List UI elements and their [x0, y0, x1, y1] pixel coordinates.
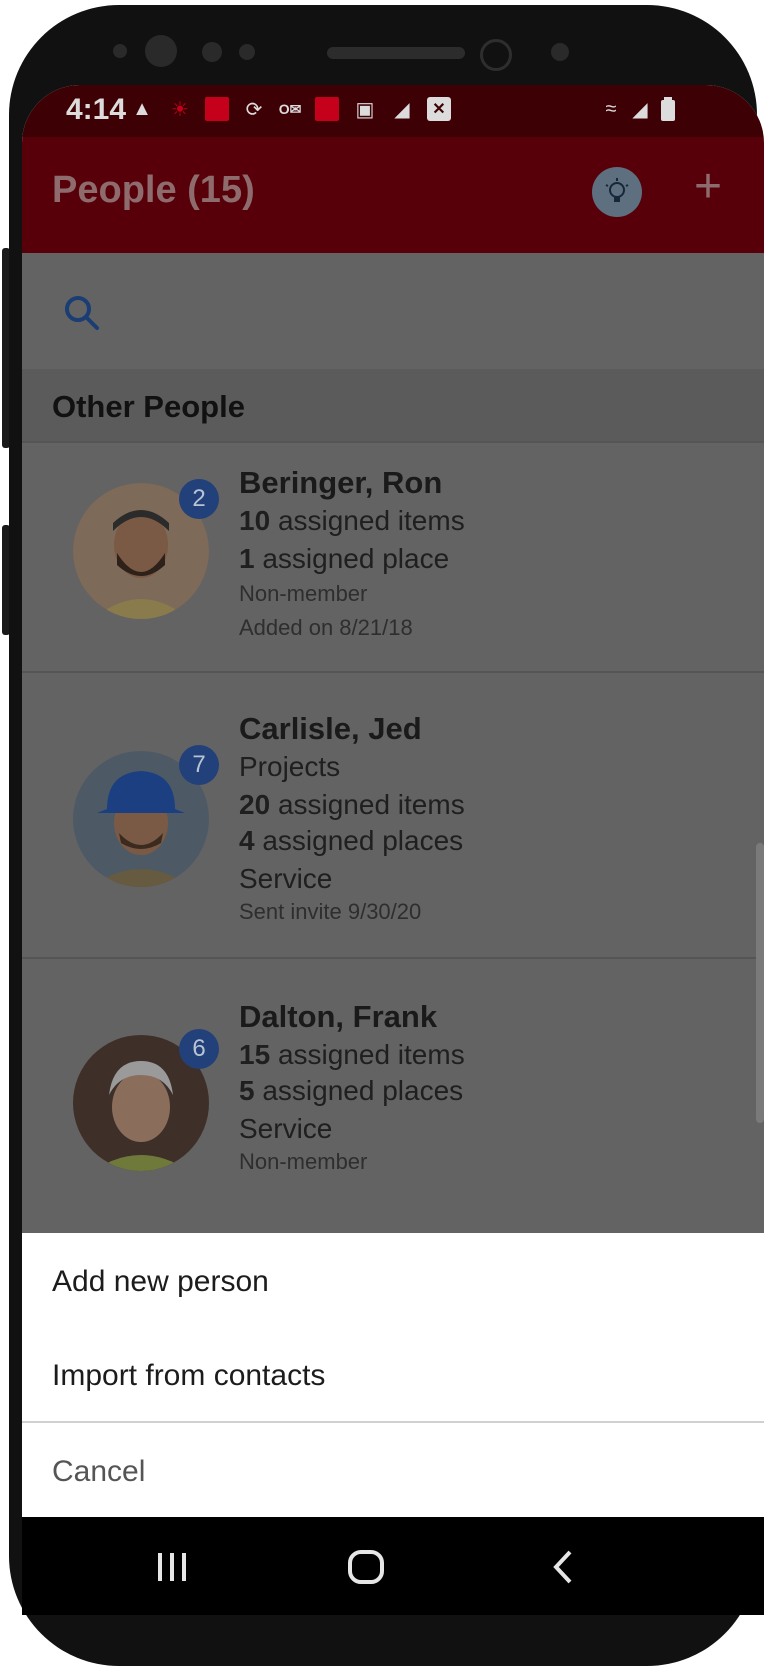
section-title: Other People [52, 389, 245, 424]
places-count: 5 [239, 1075, 255, 1106]
person-name: Carlisle, Jed [239, 711, 422, 746]
battery-icon [656, 97, 680, 121]
sensor-dot [113, 44, 127, 58]
person-name: Beringer, Ron [239, 465, 443, 500]
assigned-items: 20 assigned items [239, 789, 465, 821]
person-role: Service [239, 1113, 333, 1144]
assigned-items: 10 assigned items [239, 505, 465, 537]
add-new-person-button[interactable]: Add new person [52, 1265, 269, 1299]
items-count: 10 [239, 505, 271, 536]
sun-alert-icon: ☀ [171, 98, 189, 121]
front-camera [145, 35, 177, 67]
plus-icon[interactable]: + [694, 159, 722, 214]
assigned-items: 15 assigned items [239, 1039, 465, 1071]
items-label: assigned items [277, 505, 465, 536]
places-count: 1 [239, 543, 255, 574]
member-status: Non-member [239, 581, 368, 606]
assigned-places: 4 assigned places [239, 825, 463, 857]
section-header: Other People [22, 369, 764, 441]
close-box-icon: ✕ [427, 97, 451, 121]
status-time: 4:14 [66, 93, 127, 126]
phone-frame: 4:14 ▲ ☀ ⟳ O✉ ▣ ◢ ✕ ≈ ◢ People (15) + Ot… [9, 5, 764, 1666]
person-group: Projects [239, 751, 341, 782]
search-bar[interactable] [22, 253, 764, 371]
items-label: assigned items [277, 789, 465, 820]
places-label: assigned places [262, 1075, 464, 1106]
assigned-places: 5 assigned places [239, 1075, 463, 1107]
list-item[interactable]: 7 Carlisle, Jed Projects 20 assigned ite… [22, 671, 764, 959]
cancel-button[interactable]: Cancel [52, 1455, 145, 1489]
items-count: 15 [239, 1039, 271, 1070]
places-label: assigned places [262, 825, 464, 856]
assigned-places: 1 assigned place [239, 543, 449, 575]
items-count: 20 [239, 789, 271, 820]
earpiece-speaker [327, 47, 465, 59]
member-status: Non-member [239, 1149, 368, 1174]
wifi-icon: ≈ [605, 97, 617, 120]
app-red-icon [205, 97, 229, 121]
list-item[interactable]: 6 Dalton, Frank 15 assigned items 5 assi… [22, 957, 764, 1235]
back-icon[interactable] [544, 1547, 584, 1587]
app-bar: People (15) + [22, 137, 764, 253]
app-red-icon [315, 97, 339, 121]
sync-icon: ⟳ [245, 98, 263, 121]
no-signal-chart-icon: ◢ [394, 98, 410, 121]
items-label: assigned items [277, 1039, 465, 1070]
recent-apps-icon[interactable] [152, 1547, 192, 1587]
warning-icon: ▲ [132, 97, 152, 120]
screen: 4:14 ▲ ☀ ⟳ O✉ ▣ ◢ ✕ ≈ ◢ People (15) + Ot… [22, 85, 764, 1615]
scrollbar[interactable] [756, 843, 764, 1123]
page-title: People (15) [52, 169, 255, 211]
status-bar: 4:14 ▲ ☀ ⟳ O✉ ▣ ◢ ✕ ≈ ◢ [22, 85, 764, 137]
outlook-icon: O✉ [278, 100, 302, 117]
count-badge: 2 [179, 479, 219, 519]
person-name: Dalton, Frank [239, 999, 438, 1034]
system-nav-bar [22, 1517, 764, 1615]
cell-signal-icon: ◢ [632, 98, 648, 121]
search-icon [65, 296, 99, 330]
proximity-sensor [551, 43, 569, 61]
import-from-contacts-button[interactable]: Import from contacts [52, 1359, 325, 1393]
action-sheet: Add new person Import from contacts Canc… [22, 1233, 764, 1517]
list-item[interactable]: 2 Beringer, Ron 10 assigned items 1 assi… [22, 441, 764, 673]
iris-sensor [480, 39, 512, 71]
sensor-dot [202, 42, 222, 62]
invite-date: Sent invite 9/30/20 [239, 899, 422, 924]
people-list-overlay: Other People 2 Beringer, Ron 10 assigned… [22, 253, 764, 1233]
phone-top-bezel [9, 5, 757, 85]
sensor-dot [239, 44, 255, 60]
count-badge: 6 [179, 1029, 219, 1069]
places-label: assigned place [262, 543, 450, 574]
places-count: 4 [239, 825, 255, 856]
count-badge: 7 [179, 745, 219, 785]
added-date: Added on 8/21/18 [239, 615, 413, 640]
home-icon[interactable] [346, 1547, 386, 1587]
image-icon: ▣ [355, 98, 375, 121]
person-role: Service [239, 863, 333, 894]
divider [22, 1421, 764, 1423]
lightbulb-icon[interactable] [592, 167, 642, 217]
